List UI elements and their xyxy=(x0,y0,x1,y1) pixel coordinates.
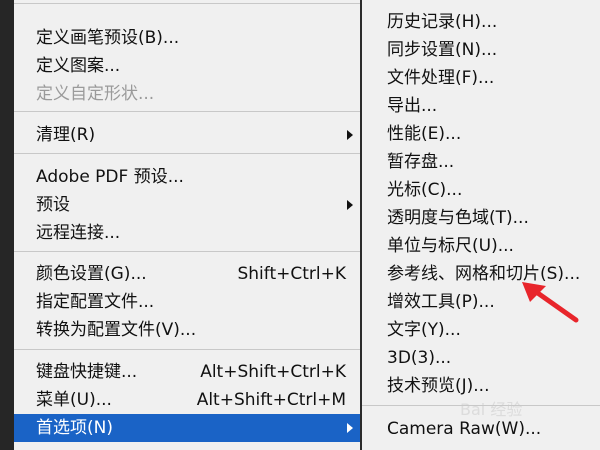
submenu-item-export[interactable]: 导出... xyxy=(362,92,600,120)
menu-item-label: 远程连接... xyxy=(36,223,121,243)
menu-separator xyxy=(14,349,360,350)
menu-item-adobe-pdf-presets[interactable]: Adobe PDF 预设... xyxy=(14,163,360,191)
submenu-item-cursors[interactable]: 光标(C)... xyxy=(362,176,600,204)
menu-separator xyxy=(14,111,360,112)
submenu-item-history[interactable]: 历史记录(H)... xyxy=(362,8,600,36)
submenu-item-3d[interactable]: 3D(3)... xyxy=(362,344,600,372)
submenu-item-file-handling[interactable]: 文件处理(F)... xyxy=(362,64,600,92)
menu-item-label: 清理(R) xyxy=(36,125,96,145)
menu-item-label: 菜单(U)... xyxy=(36,390,112,410)
menu-item-label: 同步设置(N)... xyxy=(387,40,498,60)
edit-menu: 定义画笔预设(B)... 定义图案... 定义自定形状... 清理(R) Ado… xyxy=(14,0,360,450)
menu-item-label: 3D(3)... xyxy=(387,348,452,368)
menu-separator xyxy=(14,3,360,4)
menu-item-label: 暂存盘... xyxy=(387,152,455,172)
menu-separator xyxy=(14,153,360,154)
menu-item-presets[interactable]: 预设 xyxy=(14,191,360,219)
submenu-arrow-icon xyxy=(347,130,353,140)
watermark: Bai 经验 xyxy=(460,400,523,419)
menu-item-label: 历史记录(H)... xyxy=(387,12,498,32)
menu-item-label: 转换为配置文件(V)... xyxy=(36,320,197,340)
menu-item-label: 增效工具(P)... xyxy=(387,292,495,312)
menu-item-label: 文件处理(F)... xyxy=(387,68,495,88)
menu-item-keyboard-shortcuts[interactable]: 键盘快捷键... Alt+Shift+Ctrl+K xyxy=(14,358,360,386)
menu-item-label: 文字(Y)... xyxy=(387,320,461,340)
menu-item-convert-to-profile[interactable]: 转换为配置文件(V)... xyxy=(14,316,360,344)
menu-item-menus[interactable]: 菜单(U)... Alt+Shift+Ctrl+M xyxy=(14,386,360,414)
menu-item-define-brush-preset[interactable]: 定义画笔预设(B)... xyxy=(14,24,360,52)
preferences-submenu: 历史记录(H)... 同步设置(N)... 文件处理(F)... 导出... 性… xyxy=(362,0,600,450)
menu-item-label: 预设 xyxy=(36,195,70,215)
menu-item-define-pattern[interactable]: 定义图案... xyxy=(14,52,360,80)
menu-item-shortcut: Shift+Ctrl+K xyxy=(237,264,346,284)
annotation-arrow-icon xyxy=(522,282,579,323)
menu-item-purge[interactable]: 清理(R) xyxy=(14,121,360,149)
menu-item-label: Adobe PDF 预设... xyxy=(36,167,184,187)
submenu-item-performance[interactable]: 性能(E)... xyxy=(362,120,600,148)
submenu-item-units-rulers[interactable]: 单位与标尺(U)... xyxy=(362,232,600,260)
menu-separator xyxy=(14,251,360,252)
menu-item-label: 定义自定形状... xyxy=(36,84,155,104)
submenu-item-scratch-disks[interactable]: 暂存盘... xyxy=(362,148,600,176)
menu-item-label: 单位与标尺(U)... xyxy=(387,236,514,256)
menu-item-shortcut: Alt+Shift+Ctrl+M xyxy=(196,390,346,410)
menu-item-label: 颜色设置(G)... xyxy=(36,264,147,284)
menu-item-color-settings[interactable]: 颜色设置(G)... Shift+Ctrl+K xyxy=(14,260,360,288)
menu-item-label: 导出... xyxy=(387,96,438,116)
menu-item-label: 透明度与色域(T)... xyxy=(387,208,529,228)
menu-item-label: 键盘快捷键... xyxy=(36,362,138,382)
menu-item-label: 光标(C)... xyxy=(387,180,463,200)
menu-item-assign-profile[interactable]: 指定配置文件... xyxy=(14,288,360,316)
menu-item-shortcut: Alt+Shift+Ctrl+K xyxy=(200,362,346,382)
menu-item-define-custom-shape: 定义自定形状... xyxy=(14,80,360,108)
menu-item-remote-connections[interactable]: 远程连接... xyxy=(14,219,360,247)
menu-item-preferences[interactable]: 首选项(N) xyxy=(14,414,360,442)
submenu-item-transparency-gamut[interactable]: 透明度与色域(T)... xyxy=(362,204,600,232)
submenu-arrow-icon xyxy=(347,423,353,433)
menu-item-label: 定义图案... xyxy=(36,56,121,76)
submenu-item-sync-settings[interactable]: 同步设置(N)... xyxy=(362,36,600,64)
submenu-arrow-icon xyxy=(347,200,353,210)
menu-item-label: 性能(E)... xyxy=(387,124,462,144)
menu-item-label: 指定配置文件... xyxy=(36,292,155,312)
menu-item-label: 定义画笔预设(B)... xyxy=(36,28,180,48)
app-sidebar xyxy=(0,0,14,450)
menu-item-label: 首选项(N) xyxy=(36,418,113,438)
